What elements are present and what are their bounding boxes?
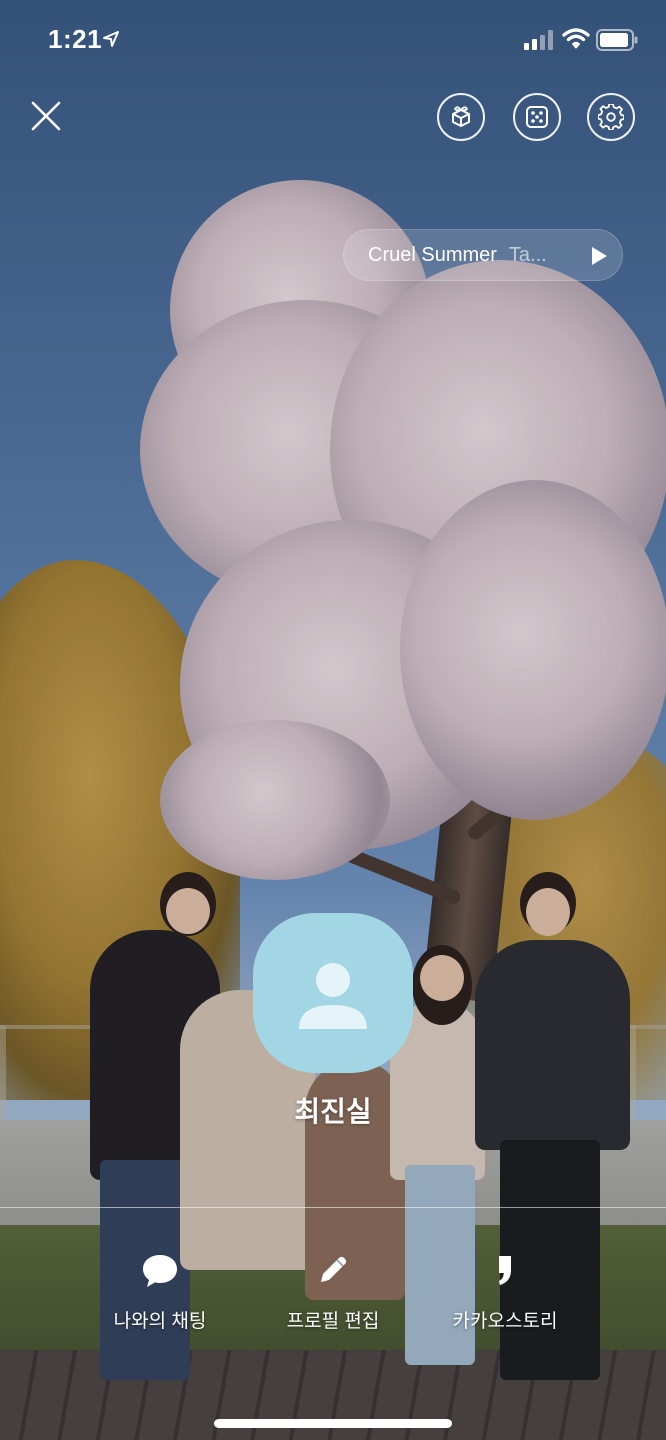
settings-gear-icon (598, 104, 624, 130)
profile-name: 최진실 (294, 1096, 372, 1127)
play-icon[interactable] (590, 246, 608, 266)
kakaostory-icon (499, 1256, 511, 1285)
profile-music-player[interactable]: Cruel Summer Ta... (343, 229, 623, 281)
gift-box-icon (452, 106, 470, 127)
profile-avatar[interactable] (253, 913, 413, 1073)
song-artist: Ta... (508, 243, 547, 266)
pencil-icon (321, 1256, 347, 1282)
profile-background-photo[interactable] (0, 0, 666, 1440)
song-title: Cruel Summer (368, 243, 497, 266)
dice-button[interactable] (513, 93, 561, 141)
status-bar: 1:21 (0, 0, 666, 80)
gift-box-button[interactable] (437, 93, 485, 141)
home-indicator[interactable] (214, 1419, 452, 1428)
cellular-signal-icon (524, 30, 553, 50)
close-icon[interactable] (26, 96, 66, 136)
dice-icon (526, 106, 548, 128)
edit-profile-button[interactable]: 프로필 편집 (243, 1250, 423, 1333)
kakaostory-label: 카카오스토리 (452, 1311, 558, 1332)
location-arrow-icon (103, 31, 119, 47)
chat-with-me-button[interactable]: 나와의 채팅 (70, 1250, 250, 1333)
background-dim-overlay (0, 0, 666, 1440)
chat-bubble-icon (143, 1255, 177, 1287)
wifi-icon (562, 28, 590, 49)
chat-with-me-label: 나와의 채팅 (113, 1311, 207, 1332)
kakaostory-button[interactable]: 카카오스토리 (415, 1250, 595, 1333)
status-time: 1:21 (48, 24, 103, 54)
edit-profile-label: 프로필 편집 (286, 1311, 380, 1332)
battery-icon (596, 29, 638, 51)
divider (0, 1207, 666, 1208)
default-person-icon (299, 963, 367, 1029)
settings-button[interactable] (587, 93, 635, 141)
